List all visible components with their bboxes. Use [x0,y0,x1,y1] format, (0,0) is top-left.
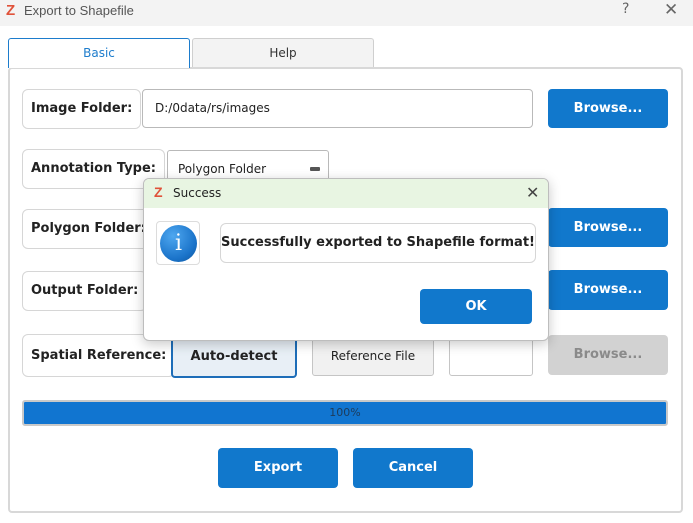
reference-file-input[interactable] [449,336,533,376]
image-folder-label: Image Folder: [22,89,142,129]
image-folder-input[interactable]: D:/0data/rs/images [142,89,533,128]
dialog-logo-icon: Z [154,184,163,200]
polygon-folder-browse-button[interactable]: Browse... [548,208,668,247]
help-icon[interactable]: ? [622,1,629,17]
success-dialog: Z Success ✕ i Successfully exported to S… [143,178,549,341]
annotation-type-value: Polygon Folder [178,162,267,176]
dialog-titlebar: Z Success ✕ [144,179,548,208]
dialog-message: Successfully exported to Shapefile forma… [220,223,536,263]
close-icon[interactable]: ✕ [664,0,678,20]
export-button[interactable]: Export [218,448,338,488]
ok-button[interactable]: OK [420,289,532,324]
dialog-close-icon[interactable]: ✕ [526,183,539,202]
tab-help[interactable]: Help [192,38,374,68]
output-folder-browse-button[interactable]: Browse... [548,270,668,310]
info-icon: i [160,225,197,262]
export-progress-bar: 100% [22,400,668,426]
info-icon-frame: i [156,221,200,265]
output-folder-label: Output Folder: [22,271,148,311]
window-titlebar: Z Export to Shapefile ? ✕ [0,0,693,26]
tab-basic[interactable]: Basic [8,38,190,68]
reference-file-option[interactable]: Reference File [312,336,434,376]
progress-text: 100% [329,406,361,419]
auto-detect-option[interactable]: Auto-detect [171,335,297,378]
image-folder-browse-button[interactable]: Browse... [548,89,668,128]
reference-file-browse-button: Browse... [548,335,668,375]
polygon-folder-label: Polygon Folder: [22,209,155,249]
cancel-button[interactable]: Cancel [353,448,473,488]
app-logo-icon: Z [6,2,16,19]
dropdown-arrow-icon [310,167,320,171]
window-title: Export to Shapefile [24,3,134,18]
dialog-title: Success [173,186,222,200]
